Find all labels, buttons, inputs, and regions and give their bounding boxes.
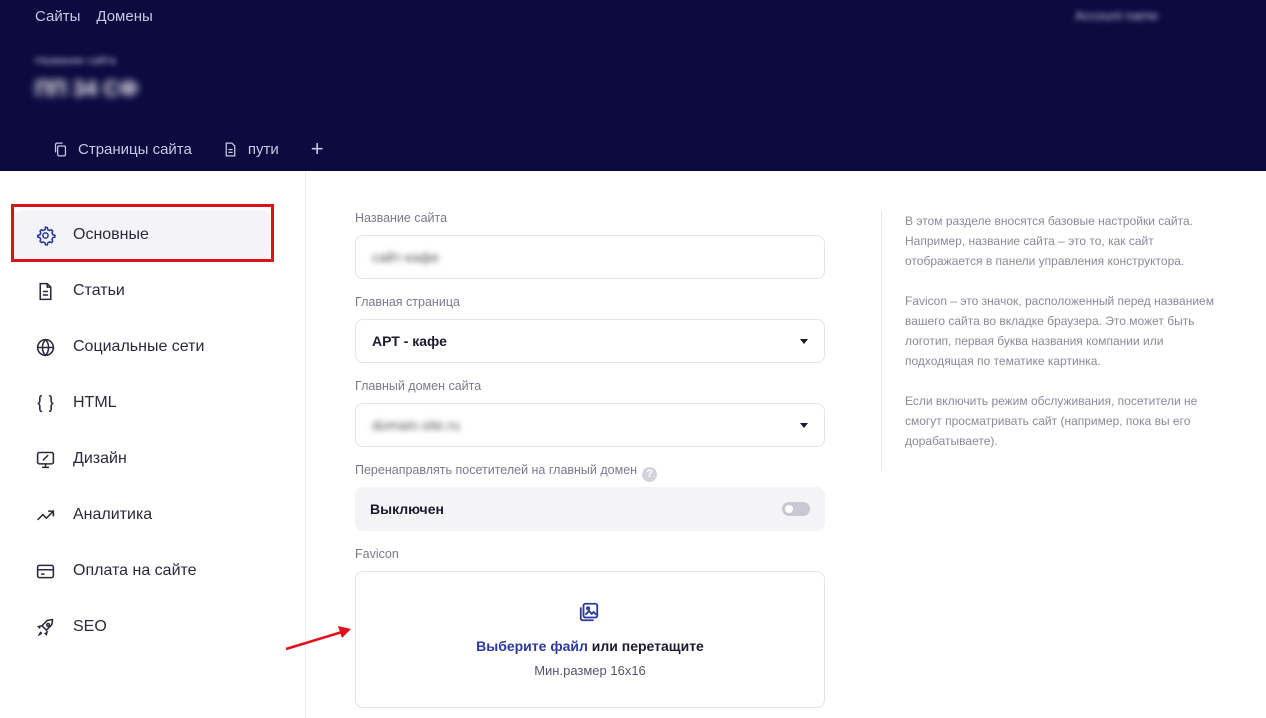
credit-card-icon	[36, 564, 55, 578]
help-paragraph: В этом разделе вносятся базовые настройк…	[905, 214, 1193, 268]
favicon-label: Favicon	[355, 547, 399, 561]
gear-icon	[37, 225, 56, 246]
add-tab-button[interactable]: +	[311, 138, 324, 160]
sidebar-item-payment[interactable]: Оплата на сайте	[14, 546, 270, 596]
help-panel: В этом разделе вносятся базовые настройк…	[881, 211, 1221, 471]
main-page-value: АРТ - кафе	[372, 333, 447, 349]
nav-link-domains[interactable]: Домены	[96, 8, 152, 25]
site-name-input[interactable]: сайт-кафе	[355, 235, 825, 279]
help-paragraph: Если включить режим обслуживания, посети…	[905, 394, 1198, 448]
main-domain-value: domain.site.ru	[372, 417, 460, 433]
copy-pages-icon	[54, 141, 67, 157]
sidebar-item-label: Социальные сети	[73, 338, 205, 355]
chevron-down-icon	[800, 423, 808, 428]
sidebar-item-articles[interactable]: Статьи	[14, 266, 270, 316]
drag-text: или перетащите	[587, 638, 704, 654]
redirect-label: Перенаправлять посетителей на главный до…	[355, 463, 658, 482]
help-paragraph: Favicon – это значок, расположенный пере…	[905, 294, 1214, 368]
tab-site-pages-label: Страницы сайта	[78, 140, 192, 158]
account-name[interactable]: Account name	[1075, 8, 1158, 23]
image-upload-icon	[579, 602, 599, 622]
redirect-label-text: Перенаправлять посетителей на главный до…	[355, 463, 638, 477]
tab-paths-label: пути	[247, 140, 279, 158]
redirect-toggle[interactable]	[782, 502, 810, 516]
sidebar-item-label: Оплата на сайте	[73, 562, 197, 579]
sidebar-item-label: Основные	[73, 226, 149, 243]
sidebar-item-html[interactable]: HTML	[14, 378, 270, 428]
main-page-select[interactable]: АРТ - кафе	[355, 319, 825, 363]
sidebar-item-seo[interactable]: SEO	[14, 602, 270, 652]
sidebar-item-label: Дизайн	[73, 450, 127, 467]
favicon-size-hint: Мин.размер 16x16	[534, 663, 646, 678]
dropzone-text: Выберите файл или перетащите	[356, 638, 824, 654]
sidebar-item-label: SEO	[73, 618, 107, 635]
sidebar-item-label: HTML	[73, 394, 117, 411]
trend-icon	[37, 509, 55, 520]
monitor-brush-icon	[36, 451, 55, 468]
rocket-icon	[36, 618, 54, 636]
site-title: ПП 34 СФ	[35, 76, 138, 101]
main-domain-label: Главный домен сайта	[355, 379, 482, 393]
site-name-value: сайт-кафе	[372, 249, 440, 265]
sidebar-item-design[interactable]: Дизайн	[14, 434, 270, 484]
site-name-label: Название сайта	[355, 211, 448, 225]
nav-link-sites[interactable]: Сайты	[35, 8, 80, 25]
favicon-dropzone[interactable]: Выберите файл или перетащите Мин.размер …	[355, 571, 825, 708]
main-page-label: Главная страница	[355, 295, 460, 309]
document-icon	[225, 141, 236, 157]
site-tabs: Страницы сайта пути +	[52, 138, 324, 160]
top-nav: Сайты Домены	[35, 8, 153, 25]
tab-paths[interactable]: пути	[222, 141, 279, 158]
choose-file-link[interactable]: Выберите файл	[476, 638, 588, 654]
article-icon	[39, 282, 52, 300]
chevron-down-icon	[800, 339, 808, 344]
main-domain-select[interactable]: domain.site.ru	[355, 403, 825, 447]
help-icon[interactable]: ?	[642, 466, 658, 482]
redirect-toggle-row[interactable]: Выключен	[355, 487, 825, 531]
braces-icon	[37, 394, 54, 412]
sidebar-item-main[interactable]: Основные	[14, 210, 270, 260]
sidebar-item-social[interactable]: Социальные сети	[14, 322, 270, 372]
globe-icon	[36, 338, 55, 356]
sidebar-item-label: Статьи	[73, 282, 125, 299]
sidebar-item-label: Аналитика	[73, 506, 153, 523]
top-header: Сайты Домены Account name Название сайта…	[0, 0, 1266, 171]
site-subtitle: Название сайта	[35, 55, 117, 67]
sidebar-item-analytics[interactable]: Аналитика	[14, 490, 270, 540]
redirect-state-label: Выключен	[370, 501, 444, 517]
tab-site-pages[interactable]: Страницы сайта	[52, 141, 192, 158]
